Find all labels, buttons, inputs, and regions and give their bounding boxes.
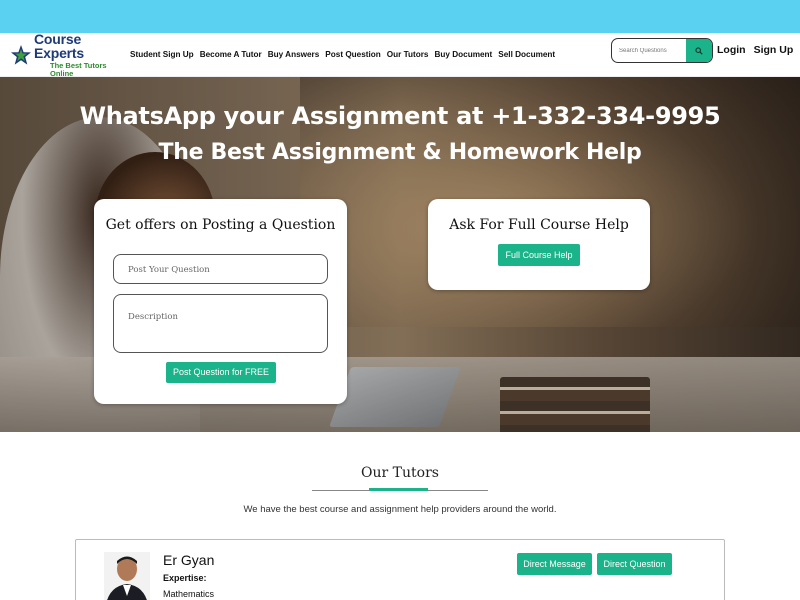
nav-student-sign-up[interactable]: Student Sign Up: [130, 50, 194, 59]
nav-buy-answers[interactable]: Buy Answers: [268, 50, 320, 59]
star-logo-icon: [10, 44, 32, 66]
nav-become-a-tutor[interactable]: Become A Tutor: [200, 50, 262, 59]
tutor-expertise-label: Expertise:: [163, 573, 207, 583]
question-input[interactable]: Post Your Question: [113, 254, 328, 284]
top-banner: [0, 0, 800, 33]
tutor-avatar[interactable]: [104, 552, 150, 600]
navbar: Course Experts The Best Tutors Online St…: [0, 32, 800, 77]
search-box: [611, 38, 713, 63]
post-question-card: Get offers on Posting a Question Post Yo…: [94, 199, 347, 404]
tutors-divider-accent: [369, 488, 428, 491]
site-logo[interactable]: Course Experts The Best Tutors Online: [10, 32, 130, 77]
tutor-card: Er Gyan Expertise: Mathematics Direct Me…: [75, 539, 725, 600]
nav-post-question[interactable]: Post Question: [325, 50, 381, 59]
search-button[interactable]: [686, 39, 712, 62]
tutors-subtitle: We have the best course and assignment h…: [243, 504, 557, 515]
hero-tagline-heading: The Best Assignment & Homework Help: [158, 140, 642, 165]
our-tutors-section: Our Tutors We have the best course and a…: [0, 432, 800, 600]
post-question-free-button[interactable]: Post Question for FREE: [166, 362, 276, 383]
search-icon: [695, 46, 703, 55]
hero-section: WhatsApp your Assignment at +1-332-334-9…: [0, 77, 800, 432]
direct-question-button[interactable]: Direct Question: [597, 553, 672, 575]
brand-tagline: The Best Tutors Online: [50, 61, 107, 78]
nav-our-tutors[interactable]: Our Tutors: [387, 50, 429, 59]
full-course-card-title: Ask For Full Course Help: [449, 217, 629, 233]
description-textarea[interactable]: Description: [113, 294, 328, 353]
auth-links: Login Sign Up: [717, 44, 793, 56]
login-link[interactable]: Login: [717, 44, 746, 56]
tutor-name: Er Gyan: [163, 552, 215, 568]
brand-title: Course Experts: [34, 31, 84, 61]
nav-sell-document[interactable]: Sell Document: [498, 50, 555, 59]
logo-text: Course Experts The Best Tutors Online: [34, 32, 130, 77]
tutors-heading: Our Tutors: [361, 465, 439, 481]
tutor-expertise-value: Mathematics: [163, 589, 215, 599]
post-question-card-title: Get offers on Posting a Question: [105, 217, 336, 233]
nav-buy-document[interactable]: Buy Document: [435, 50, 493, 59]
search-input[interactable]: [612, 39, 686, 62]
signup-link[interactable]: Sign Up: [754, 44, 794, 56]
full-course-help-button[interactable]: Full Course Help: [498, 244, 580, 266]
main-nav: Student Sign Up Become A Tutor Buy Answe…: [130, 50, 555, 59]
direct-message-button[interactable]: Direct Message: [517, 553, 592, 575]
hero-whatsapp-heading: WhatsApp your Assignment at +1-332-334-9…: [79, 102, 721, 130]
full-course-card: Ask For Full Course Help Full Course Hel…: [428, 199, 650, 290]
